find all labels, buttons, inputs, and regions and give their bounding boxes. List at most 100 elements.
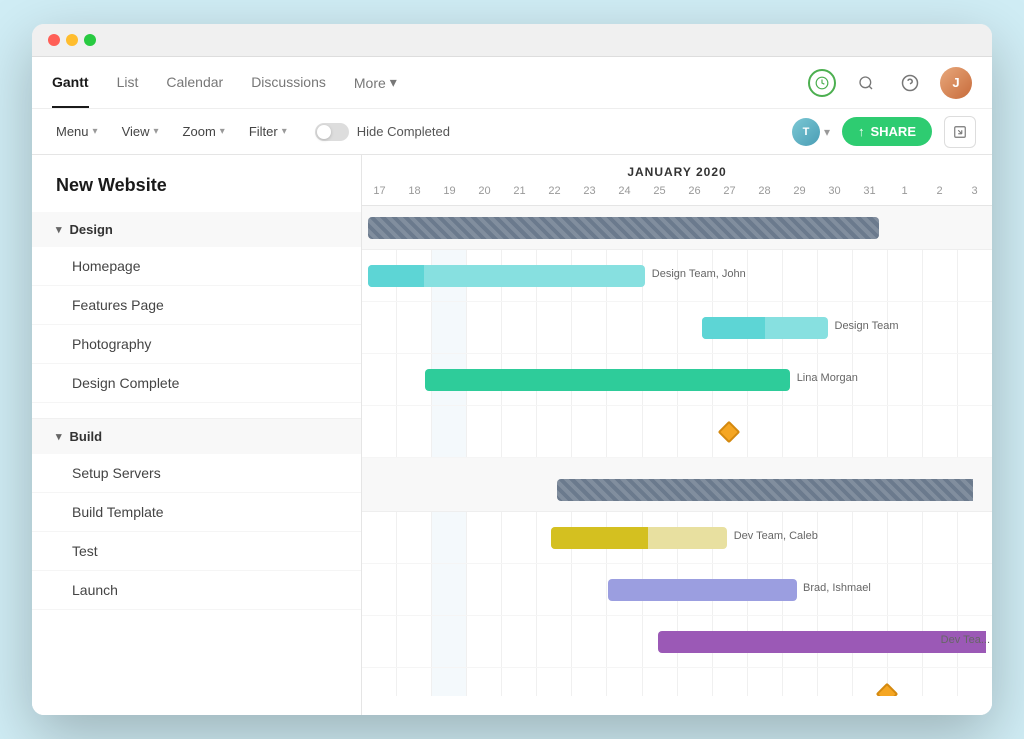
gantt-label-setup-servers: Dev Team, Caleb	[734, 530, 818, 542]
app-window: Gantt List Calendar Discussions More ▾	[32, 24, 992, 715]
gantt-day-28: 28	[747, 185, 782, 205]
gantt-day-17: 17	[362, 185, 397, 205]
toggle-thumb	[317, 125, 331, 139]
gantt-row-design-complete	[362, 406, 992, 458]
menu-caret: ▾	[93, 126, 98, 137]
gantt-day-25: 25	[642, 185, 677, 205]
share-button[interactable]: ↑ SHARE	[842, 117, 932, 146]
task-test[interactable]: Test	[32, 532, 361, 571]
collapse-build-icon: ▾	[56, 430, 62, 443]
project-title: New Website	[32, 155, 361, 212]
gantt-spacer	[362, 458, 992, 468]
hide-completed-toggle[interactable]: Hide Completed	[315, 123, 450, 141]
filter-caret: ▾	[282, 126, 287, 137]
gantt-row-features: Design Team	[362, 302, 992, 354]
user-avatar-toolbar[interactable]: T	[792, 118, 820, 146]
section-header-design[interactable]: ▾ Design	[32, 212, 361, 247]
chevron-down-icon: ▾	[390, 74, 397, 91]
gantt-row-setup-servers: Dev Team, Caleb	[362, 512, 992, 564]
top-nav: Gantt List Calendar Discussions More ▾	[32, 57, 992, 109]
share-icon: ↑	[858, 124, 865, 139]
minimize-button[interactable]	[66, 34, 78, 46]
maximize-button[interactable]	[84, 34, 96, 46]
task-homepage[interactable]: Homepage	[32, 247, 361, 286]
gantt-row-design	[362, 206, 992, 250]
tab-calendar[interactable]: Calendar	[166, 58, 223, 108]
search-icon[interactable]	[852, 69, 880, 97]
gantt-row-build	[362, 468, 992, 512]
gantt-bar-setup-servers[interactable]	[551, 527, 727, 549]
view-caret: ▾	[154, 126, 159, 137]
nav-icons: J	[808, 67, 972, 99]
gantt-month: JANUARY 2020	[362, 165, 992, 179]
gantt-bar-homepage[interactable]	[368, 265, 645, 287]
gantt-header: JANUARY 2020 17 18 19 20 21 22 23 24 25 …	[362, 155, 992, 206]
title-bar	[32, 24, 992, 57]
gantt-day-26: 26	[677, 185, 712, 205]
gantt-diamond-design-complete[interactable]	[718, 421, 741, 444]
gantt-day-27: 27	[712, 185, 747, 205]
nav-tabs: Gantt List Calendar Discussions More ▾	[52, 58, 397, 108]
gantt-days: 17 18 19 20 21 22 23 24 25 26 27 28 29 3…	[362, 185, 992, 205]
gantt-day-18: 18	[397, 185, 432, 205]
gantt-day-19: 19	[432, 185, 467, 205]
gantt-label-test: Dev Tea...	[941, 634, 990, 646]
tab-discussions[interactable]: Discussions	[251, 58, 326, 108]
gantt-day-24: 24	[607, 185, 642, 205]
task-build-template[interactable]: Build Template	[32, 493, 361, 532]
task-photography[interactable]: Photography	[32, 325, 361, 364]
gantt-rows: Design Team, John Design Team Lina Morga…	[362, 206, 992, 696]
task-setup-servers[interactable]: Setup Servers	[32, 454, 361, 493]
gantt-body: Design Team, John Design Team Lina Morga…	[362, 206, 992, 696]
gantt-area: JANUARY 2020 17 18 19 20 21 22 23 24 25 …	[362, 155, 992, 715]
gantt-row-photography: Lina Morgan	[362, 354, 992, 406]
menu-button[interactable]: Menu ▾	[48, 120, 106, 143]
gantt-bar-build-summary[interactable]	[557, 479, 973, 501]
tab-more[interactable]: More ▾	[354, 74, 397, 91]
traffic-lights	[48, 34, 96, 46]
tab-list[interactable]: List	[117, 58, 139, 108]
gantt-bar-photography[interactable]	[425, 369, 790, 391]
gantt-bar-test[interactable]	[658, 631, 986, 653]
toolbar-right: T ▾ ↑ SHARE	[792, 116, 976, 148]
filter-button[interactable]: Filter ▾	[241, 120, 295, 143]
gantt-label-photography: Lina Morgan	[797, 372, 858, 384]
help-icon[interactable]	[896, 69, 924, 97]
section-header-build[interactable]: ▾ Build	[32, 419, 361, 454]
view-button[interactable]: View ▾	[114, 120, 167, 143]
task-features-page[interactable]: Features Page	[32, 286, 361, 325]
gantt-day-20: 20	[467, 185, 502, 205]
main-content: New Website ▾ Design Homepage Features P…	[32, 155, 992, 715]
close-button[interactable]	[48, 34, 60, 46]
gantt-day-31: 31	[852, 185, 887, 205]
gantt-row-test: Dev Tea...	[362, 616, 992, 668]
gantt-day-29: 29	[782, 185, 817, 205]
gantt-row-homepage: Design Team, John	[362, 250, 992, 302]
task-launch[interactable]: Launch	[32, 571, 361, 610]
clock-icon[interactable]	[808, 69, 836, 97]
sidebar: New Website ▾ Design Homepage Features P…	[32, 155, 362, 715]
gantt-row-launch	[362, 668, 992, 696]
zoom-caret: ▾	[220, 126, 225, 137]
user-avatar-top[interactable]: J	[940, 67, 972, 99]
gantt-bar-features[interactable]	[702, 317, 828, 339]
gantt-day-3: 3	[957, 185, 992, 205]
gantt-day-21: 21	[502, 185, 537, 205]
gantt-row-build-template: Brad, Ishmael	[362, 564, 992, 616]
gantt-bar-design-summary[interactable]	[368, 217, 878, 239]
task-design-complete[interactable]: Design Complete	[32, 364, 361, 403]
gantt-day-2: 2	[922, 185, 957, 205]
tab-gantt[interactable]: Gantt	[52, 58, 89, 108]
gantt-day-1: 1	[887, 185, 922, 205]
gantt-label-build-template: Brad, Ishmael	[803, 582, 871, 594]
export-button[interactable]	[944, 116, 976, 148]
gantt-label-homepage: Design Team, John	[652, 268, 746, 280]
gantt-bar-build-template[interactable]	[608, 579, 797, 601]
gantt-diamond-launch[interactable]	[875, 683, 898, 696]
zoom-button[interactable]: Zoom ▾	[175, 120, 233, 143]
gantt-day-23: 23	[572, 185, 607, 205]
toolbar-left: Menu ▾ View ▾ Zoom ▾ Filter ▾ Hide Compl…	[48, 120, 450, 143]
toggle-switch[interactable]	[315, 123, 349, 141]
gantt-label-features: Design Team	[835, 320, 899, 332]
avatar-caret: ▾	[824, 125, 830, 139]
